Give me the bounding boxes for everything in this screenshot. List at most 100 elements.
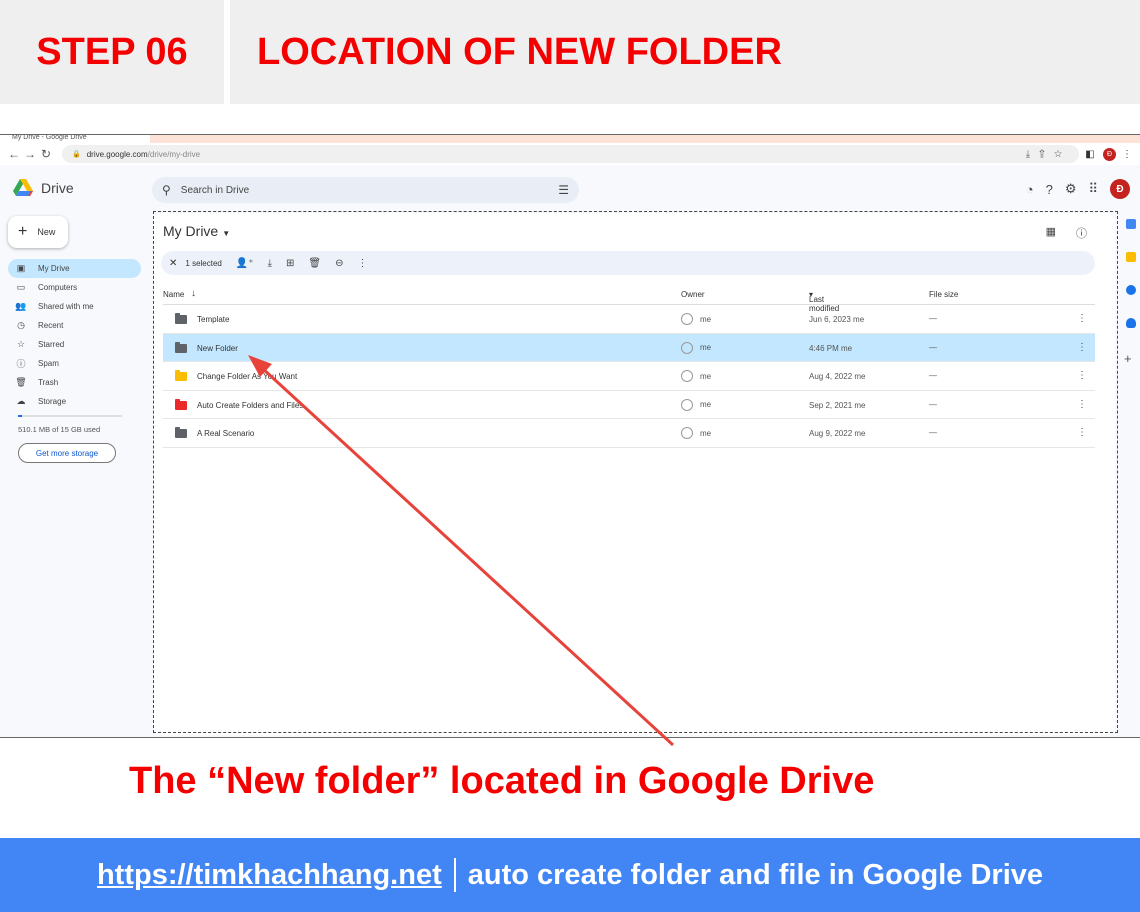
owner-name: me: [700, 314, 712, 324]
table-row[interactable]: A Real Scenario me Aug 9, 2022 me — ⋮: [163, 419, 1095, 448]
reload-icon[interactable]: ↻: [38, 147, 54, 161]
table-row[interactable]: Auto Create Folders and Files me Sep 2, 20…: [163, 391, 1095, 419]
url-path: /drive/my-drive: [147, 149, 201, 159]
more-options-icon[interactable]: ⋮: [1077, 313, 1087, 324]
page-title[interactable]: My Drive ▼: [163, 223, 230, 239]
owner-avatar-icon: [681, 370, 693, 382]
spam-icon: ⓘ: [16, 359, 26, 369]
owner-name: me: [700, 343, 712, 352]
browser-tab[interactable]: My Drive - Google Drive: [0, 135, 150, 143]
sidebar-item-shared-with-me[interactable]: 👥 Shared with me: [8, 297, 141, 316]
browser-profile-avatar[interactable]: Đ: [1103, 147, 1116, 161]
storage-text: 510.1 MB of 15 GB used: [18, 425, 101, 434]
last-modified: Aug 4, 2022 me: [809, 372, 866, 381]
clock-icon: ◷: [17, 320, 25, 330]
table-row[interactable]: Template me Jun 6, 2023 me — ⋮: [163, 305, 1095, 334]
owner-name: me: [700, 400, 712, 409]
trash-icon[interactable]: 🗑: [308, 258, 321, 269]
move-icon[interactable]: ⊞: [286, 258, 294, 269]
sidebar-item-spam[interactable]: ⓘ Spam: [8, 354, 141, 373]
footer-divider: [453, 858, 456, 892]
grid-view-icon[interactable]: ▦: [1046, 225, 1056, 241]
tab-bar: My Drive - Google Drive: [0, 135, 1140, 143]
apps-grid-icon[interactable]: ⠿: [1088, 181, 1098, 197]
add-addon-icon[interactable]: +: [1124, 351, 1140, 366]
footer-link[interactable]: https://timkhachhang.net: [97, 859, 442, 892]
topbar-actions: ◔ ? ⚙ ⠿ Đ: [1026, 179, 1130, 199]
browser-menu-icon[interactable]: ⋮: [1120, 149, 1134, 160]
tasks-icon[interactable]: [1126, 285, 1136, 295]
sidebar-item-trash[interactable]: 🗑 Trash: [8, 373, 141, 392]
sidebar-item-my-drive[interactable]: ▣ My Drive: [8, 259, 141, 278]
sidebar-item-label: My Drive: [38, 264, 70, 273]
search-filter-icon[interactable]: ☰: [558, 183, 569, 197]
forward-icon[interactable]: →: [22, 147, 38, 161]
my-drive-icon: ▣: [16, 263, 26, 273]
drive-logo[interactable]: Drive: [13, 179, 74, 197]
table-row[interactable]: Change Folder As You Want me Aug 4, 2022 m…: [163, 362, 1095, 391]
more-options-icon[interactable]: ⋮: [1077, 342, 1087, 353]
more-options-icon[interactable]: ⋮: [1077, 370, 1087, 381]
more-actions-icon[interactable]: ⋮: [358, 258, 368, 269]
file-size: —: [929, 428, 937, 437]
owner-cell: me: [681, 341, 712, 354]
sidebar-item-label: Trash: [38, 378, 59, 387]
contacts-icon[interactable]: [1126, 318, 1136, 328]
keep-icon[interactable]: [1126, 252, 1136, 262]
avatar[interactable]: Đ: [1110, 179, 1130, 199]
calendar-icon[interactable]: [1126, 219, 1136, 229]
table-row[interactable]: New Folder me 4:46 PM me — ⋮: [163, 333, 1095, 362]
view-controls: ▦ ⓘ: [1046, 225, 1087, 241]
sidebar-item-recent[interactable]: ◷ Recent: [8, 316, 141, 335]
browser-screenshot: My Drive - Google Drive ← → ↻ 🔒 drive.go…: [0, 134, 1140, 738]
back-icon[interactable]: ←: [6, 147, 22, 161]
file-size: —: [929, 399, 937, 409]
column-file-size[interactable]: File size: [929, 290, 958, 299]
get-more-storage-button[interactable]: Get more storage: [18, 443, 116, 463]
file-list: Template me Jun 6, 2023 me — ⋮ New Folder me 4:…: [163, 305, 1095, 448]
file-size: —: [929, 314, 937, 323]
sidebar-item-starred[interactable]: ☆ Starred: [8, 335, 141, 354]
owner-cell: me: [681, 398, 712, 411]
column-last-modified[interactable]: Last modified ▾: [809, 290, 839, 313]
gear-icon[interactable]: ⚙: [1065, 181, 1077, 197]
owner-cell: me: [681, 313, 711, 325]
computers-icon: ▭: [16, 282, 26, 292]
main-content: My Drive ▼ ▦ ⓘ ✕ 1 selected 👤⁺ ⤓ ⊞ 🗑 ⊖ ⋮ …: [153, 213, 1115, 735]
column-owner[interactable]: Owner: [681, 290, 705, 299]
more-options-icon[interactable]: ⋮: [1077, 427, 1087, 438]
share-icon[interactable]: 👤⁺: [236, 258, 254, 269]
download-icon[interactable]: ⤓: [268, 258, 272, 269]
search-icon[interactable]: ⚲: [162, 183, 171, 197]
url-action-icons[interactable]: ⤓⇪☆: [1026, 149, 1071, 160]
owner-avatar-icon: [681, 427, 693, 439]
step-number-box: STEP 06: [0, 0, 224, 104]
link-icon[interactable]: ⊖: [335, 258, 343, 269]
trash-icon: 🗑: [15, 377, 27, 387]
sidebar-item-storage[interactable]: ☁ Storage: [8, 392, 141, 411]
sort-arrow-icon[interactable]: ↓: [191, 288, 196, 299]
offline-status-icon[interactable]: ◔: [1026, 182, 1034, 197]
sidebar-nav: ▣ My Drive ▭ Computers 👥 Shared with me ◷ Recen…: [8, 259, 141, 411]
file-name: Change Folder As You Want: [197, 372, 298, 381]
address-bar-row: ← → ↻ 🔒 drive.google.com/drive/my-drive …: [0, 143, 1140, 165]
url-input[interactable]: 🔒 drive.google.com/drive/my-drive ⤓⇪☆: [62, 145, 1079, 163]
sidebar-item-computers[interactable]: ▭ Computers: [8, 278, 141, 297]
new-button[interactable]: + New: [8, 216, 68, 248]
storage-bar: [18, 415, 122, 417]
close-icon[interactable]: ✕: [169, 258, 177, 269]
info-icon[interactable]: ⓘ: [1076, 225, 1087, 241]
sidebar-item-label: Starred: [38, 340, 65, 349]
more-options-icon[interactable]: ⋮: [1077, 399, 1087, 410]
lock-icon: 🔒: [72, 151, 81, 158]
drive-app-name: Drive: [41, 180, 74, 196]
drive-logo-icon: [13, 179, 33, 196]
search-input[interactable]: ⚲ Search in Drive ☰: [152, 177, 579, 203]
column-name[interactable]: Name: [163, 290, 184, 299]
help-icon[interactable]: ?: [1046, 182, 1053, 197]
url-host: drive.google.com: [86, 149, 148, 159]
sidepanel-icon[interactable]: ◧: [1083, 149, 1097, 160]
step-header: STEP 06 LOCATION OF NEW FOLDER: [0, 0, 1140, 104]
table-header: Name ↓ Owner Last modified ▾ File size: [163, 285, 1095, 313]
folder-icon: [175, 427, 187, 438]
